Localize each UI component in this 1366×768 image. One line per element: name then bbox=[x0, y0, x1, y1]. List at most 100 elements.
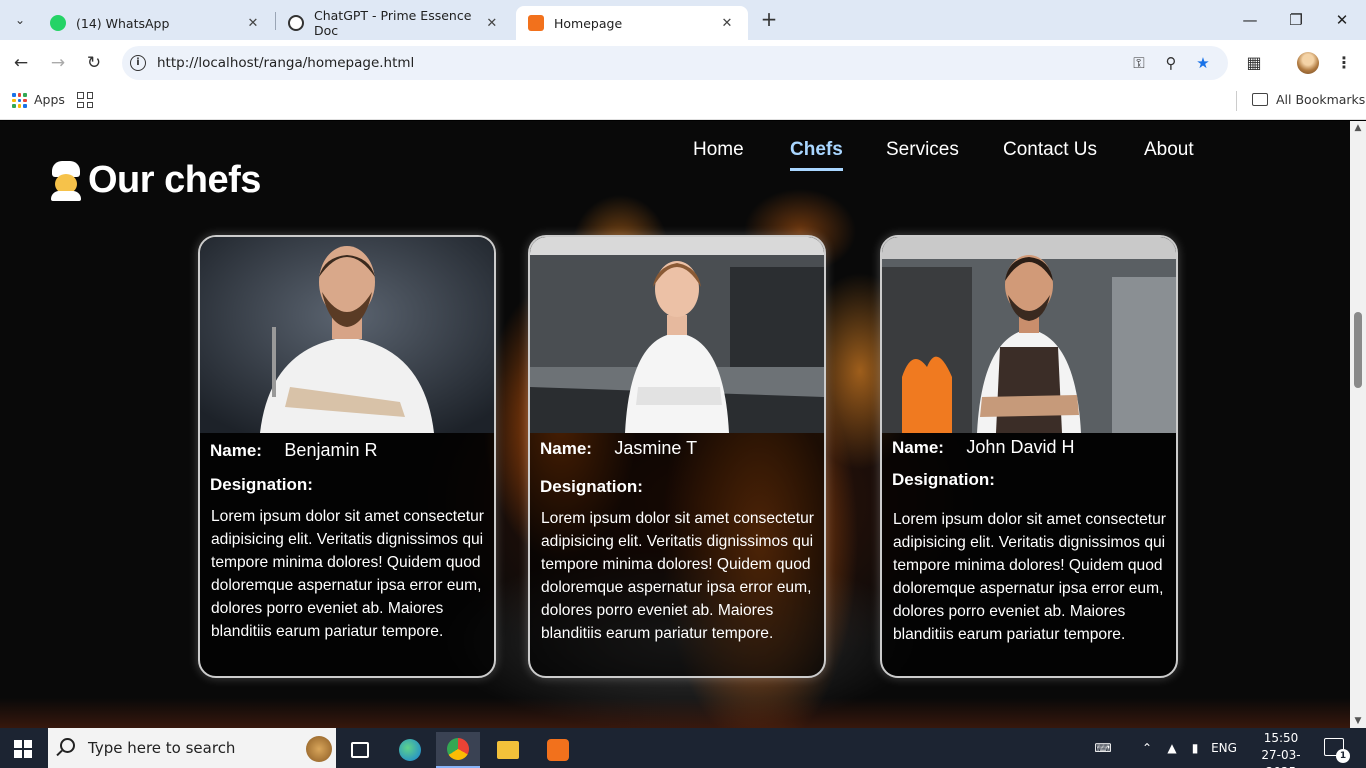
taskbar-search[interactable]: Type here to search bbox=[48, 728, 336, 768]
task-view-icon bbox=[351, 742, 369, 758]
address-bar[interactable]: i http://localhost/ranga/homepage.html ⚿… bbox=[122, 46, 1228, 80]
chef-name-row: Name: Benjamin R bbox=[210, 440, 377, 461]
page-viewport: Our chefs Home Chefs Services Contact Us… bbox=[0, 121, 1350, 728]
network-icon[interactable]: ▲ bbox=[1162, 728, 1182, 768]
battery-icon[interactable]: ▮ bbox=[1185, 728, 1205, 768]
tab-title: Homepage bbox=[554, 15, 623, 31]
nav-chefs[interactable]: Chefs bbox=[790, 139, 843, 171]
designation-row: Designation: bbox=[892, 470, 995, 490]
chef-name: John David H bbox=[966, 437, 1075, 457]
notification-count: 1 bbox=[1336, 749, 1350, 763]
name-label: Name: bbox=[892, 438, 944, 457]
back-button[interactable]: ← bbox=[9, 51, 33, 75]
designation-row: Designation: bbox=[540, 477, 643, 497]
xampp-taskbar-button[interactable] bbox=[536, 732, 580, 768]
search-highlight-icon bbox=[306, 736, 332, 762]
nav-services[interactable]: Services bbox=[886, 139, 959, 161]
chef-name-row: Name: Jasmine T bbox=[540, 438, 697, 459]
forward-button[interactable]: → bbox=[46, 51, 70, 75]
chatgpt-icon bbox=[288, 15, 304, 31]
close-tab-icon[interactable]: ✕ bbox=[484, 16, 500, 31]
site-navigation: Home Chefs Services Contact Us About bbox=[0, 139, 1350, 175]
close-tab-icon[interactable]: ✕ bbox=[244, 16, 262, 31]
language-indicator[interactable]: ENG bbox=[1210, 728, 1238, 768]
chef-photo bbox=[882, 237, 1176, 433]
edge-icon bbox=[399, 739, 421, 761]
bookmark-separator bbox=[1236, 91, 1237, 111]
file-explorer-button[interactable] bbox=[486, 732, 530, 768]
apps-grid-icon[interactable] bbox=[12, 93, 27, 108]
chef-name: Benjamin R bbox=[284, 440, 378, 460]
nav-home[interactable]: Home bbox=[693, 139, 744, 161]
restore-button[interactable]: ❐ bbox=[1284, 8, 1308, 32]
tab-title: (14) WhatsApp bbox=[76, 15, 170, 31]
search-placeholder[interactable]: Type here to search bbox=[88, 728, 235, 768]
minimize-button[interactable]: — bbox=[1238, 8, 1262, 32]
tray-chevron-icon[interactable]: ⌃ bbox=[1138, 728, 1156, 768]
tab-homepage[interactable]: Homepage ✕ bbox=[516, 6, 748, 40]
tab-chatgpt[interactable]: ChatGPT - Prime Essence Doc ✕ bbox=[276, 6, 512, 40]
folder-icon bbox=[1252, 93, 1268, 106]
tab-whatsapp[interactable]: (14) WhatsApp ✕ bbox=[38, 6, 274, 40]
scroll-up-arrow-icon[interactable]: ▲ bbox=[1353, 123, 1363, 133]
chef-card: Name: John David H Designation: Lorem ip… bbox=[880, 235, 1178, 678]
chrome-taskbar-button[interactable] bbox=[436, 732, 480, 768]
clock[interactable]: 15:50 27-03-2025 bbox=[1252, 730, 1310, 768]
scroll-down-arrow-icon[interactable]: ▼ bbox=[1353, 716, 1363, 726]
xampp-icon bbox=[547, 739, 569, 761]
reload-button[interactable]: ↻ bbox=[82, 51, 106, 75]
task-view-button[interactable] bbox=[338, 732, 382, 768]
name-label: Name: bbox=[540, 439, 592, 458]
site-info-icon[interactable]: i bbox=[130, 55, 146, 71]
apps-bookmark[interactable]: Apps bbox=[34, 92, 65, 107]
designation-label: Designation: bbox=[210, 475, 313, 494]
chef-name-row: Name: John David H bbox=[892, 437, 1074, 458]
tab-search-chevron-icon[interactable]: ⌄ bbox=[8, 8, 32, 32]
extensions-icon[interactable]: ▦ bbox=[1242, 51, 1266, 75]
clock-date: 27-03-2025 bbox=[1261, 748, 1301, 768]
folder-icon bbox=[497, 741, 519, 759]
all-bookmarks-button[interactable]: All Bookmarks bbox=[1276, 92, 1365, 107]
notification-icon[interactable]: 1 bbox=[1324, 738, 1350, 763]
close-window-button[interactable]: ✕ bbox=[1330, 8, 1354, 32]
chef-name: Jasmine T bbox=[614, 438, 698, 458]
chrome-icon bbox=[447, 738, 469, 760]
scrollbar-thumb[interactable] bbox=[1354, 312, 1362, 388]
designation-label: Designation: bbox=[540, 477, 643, 496]
vertical-scrollbar[interactable]: ▲ ▼ bbox=[1350, 121, 1366, 728]
profile-avatar[interactable] bbox=[1297, 52, 1319, 74]
clock-time: 15:50 bbox=[1263, 731, 1299, 745]
bookmark-star-icon[interactable]: ★ bbox=[1193, 53, 1213, 73]
close-tab-icon[interactable]: ✕ bbox=[718, 16, 736, 31]
more-menu-icon[interactable]: ⋮ bbox=[1332, 51, 1356, 75]
tab-strip: ⌄ (14) WhatsApp ✕ ChatGPT - Prime Essenc… bbox=[0, 0, 1366, 40]
chef-card: Name: Jasmine T Designation: Lorem ipsum… bbox=[528, 235, 826, 678]
designation-label: Designation: bbox=[892, 470, 995, 489]
chef-photo bbox=[200, 237, 494, 433]
chef-card: Name: Benjamin R Designation: Lorem ipsu… bbox=[198, 235, 496, 678]
whatsapp-icon bbox=[50, 15, 66, 31]
nav-about[interactable]: About bbox=[1144, 139, 1194, 161]
new-tab-button[interactable]: + bbox=[758, 8, 780, 32]
xampp-icon bbox=[528, 15, 544, 31]
nav-contact-us[interactable]: Contact Us bbox=[1003, 139, 1097, 161]
windows-start-icon[interactable] bbox=[14, 740, 32, 758]
tab-title: ChatGPT - Prime Essence Doc bbox=[314, 8, 472, 38]
designation-row: Designation: bbox=[210, 475, 313, 495]
bookmarks-bar bbox=[0, 86, 1366, 120]
taskbar: Type here to search ⌨ ⌃ ▲ ▮ ENG 15:50 27… bbox=[0, 728, 1366, 768]
key-icon[interactable]: ⚿ bbox=[1129, 53, 1149, 73]
chef-photo bbox=[530, 237, 824, 433]
browser-toolbar: ← → ↻ i http://localhost/ranga/homepage.… bbox=[0, 40, 1366, 86]
tab-groups-icon[interactable] bbox=[77, 92, 93, 108]
zoom-icon[interactable]: ⚲ bbox=[1161, 53, 1181, 73]
chef-description: Lorem ipsum dolor sit amet consectetur a… bbox=[541, 510, 815, 642]
chef-description: Lorem ipsum dolor sit amet consectetur a… bbox=[211, 508, 485, 640]
chef-description: Lorem ipsum dolor sit amet consectetur a… bbox=[893, 511, 1167, 643]
keyboard-icon[interactable]: ⌨ bbox=[1090, 728, 1116, 768]
url-text[interactable]: http://localhost/ranga/homepage.html bbox=[157, 46, 414, 80]
edge-taskbar-button[interactable] bbox=[388, 732, 432, 768]
name-label: Name: bbox=[210, 441, 262, 460]
search-icon bbox=[60, 738, 75, 753]
bottom-glow bbox=[0, 698, 1350, 728]
